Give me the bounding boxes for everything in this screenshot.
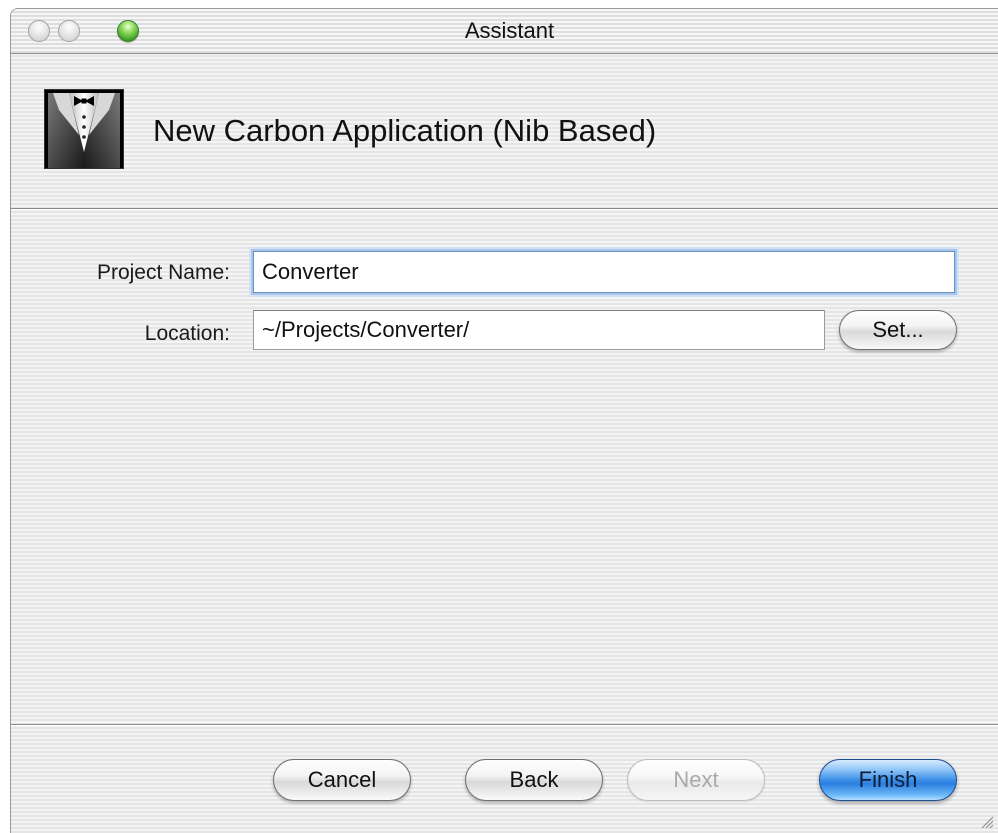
- window-title: Assistant: [464, 18, 555, 43]
- project-name-label: Project Name:: [96, 261, 230, 284]
- finish-button[interactable]: Finish: [819, 759, 957, 801]
- footer-separator: [11, 724, 998, 726]
- assistant-window: Assistant New Carbon Application (Nib Ba…: [10, 8, 998, 833]
- next-button: Next: [627, 759, 765, 801]
- header-separator: [11, 208, 998, 210]
- back-button[interactable]: Back: [465, 759, 603, 801]
- location-label: Location:: [144, 322, 230, 345]
- cancel-button[interactable]: Cancel: [273, 759, 411, 801]
- resize-grip-icon[interactable]: [978, 813, 994, 829]
- page-title: New Carbon Application (Nib Based): [153, 113, 657, 148]
- title-bar[interactable]: Assistant: [11, 9, 998, 54]
- location-field[interactable]: [253, 310, 825, 350]
- set-location-button[interactable]: Set...: [839, 310, 957, 350]
- tuxedo-icon: [44, 89, 124, 169]
- project-name-field[interactable]: [253, 251, 955, 293]
